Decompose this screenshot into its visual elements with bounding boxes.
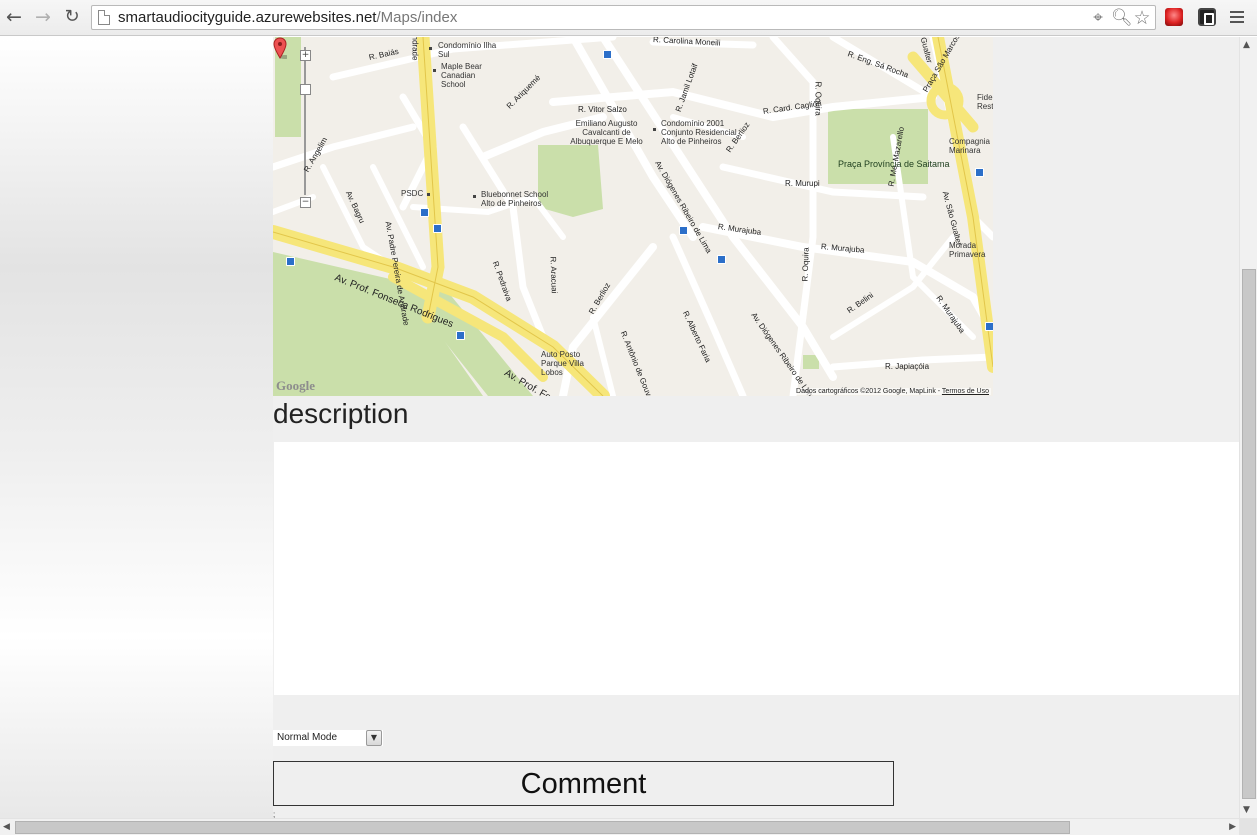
zoom-slider-handle[interactable] [300,84,311,95]
scrollbar-corner [1239,818,1257,835]
menu-icon[interactable] [1230,11,1244,23]
bus-stop-icon [286,257,295,266]
zoom-slider-track[interactable] [304,47,306,195]
google-logo[interactable]: Google [276,378,315,394]
vertical-scrollbar[interactable]: ▲ ▼ [1239,37,1257,818]
url-path: /Maps/index [376,9,458,26]
map-attribution: Dados cartográficos ©2012 Google, MapLin… [794,388,991,395]
street-label: R. Murupi [785,179,820,188]
scroll-down-icon[interactable]: ▼ [1243,805,1250,815]
street-label: R. Japiaçóia [885,362,930,371]
scroll-right-icon[interactable]: ▶ [1229,822,1236,832]
place-label: Morada Primavera [949,241,986,259]
bookmark-star-icon[interactable]: ☆ [1132,8,1152,28]
bus-stop-icon [433,224,442,233]
map-zoom-control[interactable]: + − [300,37,311,209]
zoom-out-button[interactable]: − [300,197,311,208]
street-label: ndrade [410,37,420,61]
bus-stop-icon [717,255,726,264]
horizontal-scroll-thumb[interactable] [15,821,1070,834]
extension-red-icon[interactable] [1165,8,1183,26]
place-label: Bluebonnet School Alto de Pinheiros [481,190,549,208]
description-heading: description [273,398,409,429]
place-label: Fidel Rest [977,93,993,111]
bus-stop-icon [985,322,993,331]
scroll-left-icon[interactable]: ◀ [3,822,10,832]
bus-stop-icon [456,331,465,340]
place-label: Condomínio 2001 Conjunto Residencial Alt… [661,119,737,146]
street-label: R. Oquira [800,247,811,282]
place-label: Auto Posto Parque Villa Lobos [541,350,584,377]
url-text[interactable]: smartaudiocityguide.azurewebsites.net/Ma… [118,9,457,26]
poi-marker [473,195,476,198]
google-map[interactable]: + − R. Carolina Moneili R. Eng. Sá Rocha… [273,37,993,396]
small-text: ; [273,810,276,818]
poi-marker [427,193,430,196]
poi-marker [433,69,436,72]
url-host: smartaudiocityguide.azurewebsites.net [118,9,377,26]
park-label: Praça Província de Saitama [838,159,950,169]
horizontal-scrollbar[interactable]: ◀ ▶ [0,818,1239,835]
comment-button[interactable]: Comment [273,761,894,806]
bus-stop-icon [420,208,429,217]
zoom-in-button[interactable]: + [300,50,311,61]
page-viewport: + − R. Carolina Moneili R. Eng. Sá Rocha… [0,37,1239,818]
place-label: Maple Bear Canadian School [441,62,482,89]
extension-dark-icon[interactable] [1198,8,1216,26]
map-tiles [273,37,993,396]
map-marker-icon[interactable] [273,37,287,59]
scroll-up-icon[interactable]: ▲ [1243,40,1250,50]
forward-arrow-icon[interactable]: → [32,6,54,28]
address-bar[interactable]: smartaudiocityguide.azurewebsites.net/Ma… [91,5,1156,30]
place-label: Emiliano Augusto Cavalcanti de Albuquerq… [570,119,643,146]
bus-stop-icon [603,50,612,59]
location-icon[interactable]: ⌖ [1088,8,1108,28]
poi-marker [653,128,656,131]
chevron-down-icon[interactable]: ▼ [366,730,382,746]
back-arrow-icon[interactable]: ← [3,6,25,28]
poi-marker [429,47,432,50]
street-label: R. Aracuai [548,256,559,294]
bus-stop-icon [679,226,688,235]
bus-stop-icon [975,168,984,177]
description-panel [274,442,1239,695]
vertical-scroll-thumb[interactable] [1242,269,1256,799]
zoom-icon[interactable]: 🔍︎ [1111,8,1133,28]
browser-toolbar: ← → ↻ smartaudiocityguide.azurewebsites.… [0,0,1257,36]
terms-of-use-link[interactable]: Termos de Uso [942,388,989,395]
attribution-text: Dados cartográficos ©2012 Google, MapLin… [796,388,942,395]
place-label: Condomínio Ilha Sul [438,41,497,59]
page-icon [98,10,110,25]
place-label: Compagnia Marinara [949,137,990,155]
reload-icon[interactable]: ↻ [61,6,83,28]
street-label: R. Vitor Salzo [578,105,627,114]
mode-select[interactable]: Normal Mode ▼ [273,730,383,746]
mode-select-value: Normal Mode [277,732,338,743]
place-label: PSDC [401,189,424,198]
